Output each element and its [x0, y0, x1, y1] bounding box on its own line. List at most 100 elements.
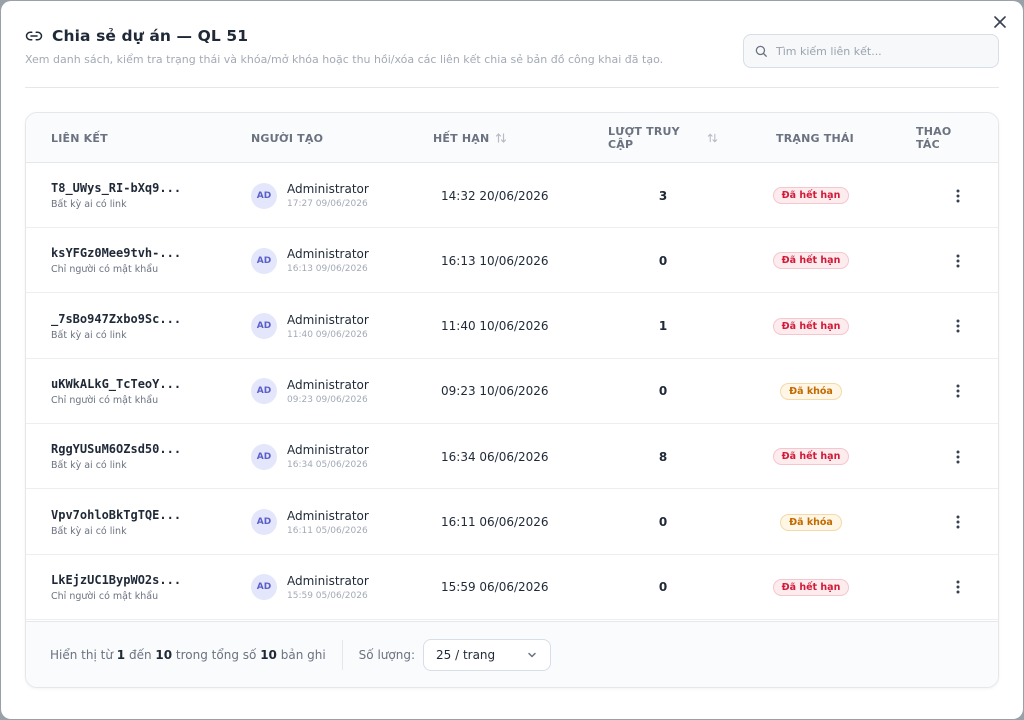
actions-cell: [946, 490, 970, 555]
col-header-creator: NGƯỜI TẠO: [251, 131, 324, 145]
avatar: AD: [251, 378, 277, 405]
link-access-type: Bất kỳ ai có link: [51, 329, 127, 341]
hits-cell: 0: [608, 359, 718, 424]
share-links-modal: Chia sẻ dự án — QL 51 Xem danh sách, kiể…: [1, 1, 1023, 719]
link-cell[interactable]: uKWkALkG_TcTeoY... Chỉ người có mật khẩu: [51, 359, 181, 424]
col-header-actions: THAO TÁC: [916, 125, 952, 151]
sort-icon[interactable]: [707, 132, 718, 144]
link-cell[interactable]: _7sBo947Zxbo9Sc... Bất kỳ ai có link: [51, 294, 181, 359]
actions-cell: [946, 228, 970, 293]
link-cell[interactable]: ksYFGz0Mee9tvh-... Chỉ người có mật khẩu: [51, 228, 181, 293]
page-size-select[interactable]: 25 / trang: [423, 638, 551, 671]
link-code[interactable]: _7sBo947Zxbo9Sc...: [51, 312, 181, 326]
row-actions-button[interactable]: [948, 577, 968, 597]
table-row: uKWkALkG_TcTeoY... Chỉ người có mật khẩu A…: [26, 359, 998, 424]
status-badge: Đã hết hạn: [772, 448, 850, 466]
avatar: AD: [251, 509, 277, 535]
link-access-type: Bất kỳ ai có link: [51, 525, 127, 537]
link-code[interactable]: T8_UWys_RI-bXq9...: [51, 181, 181, 195]
status-cell: Đã khóa: [746, 490, 876, 555]
expires-time: 16:11 06/06/2026: [441, 515, 549, 529]
more-vertical-icon: [956, 189, 960, 202]
search-input[interactable]: [776, 44, 986, 58]
hits-count: 1: [658, 319, 668, 334]
link-code[interactable]: RggYUSuM6OZsd50...: [51, 442, 181, 456]
creator-name: Administrator: [287, 377, 369, 392]
row-actions-button[interactable]: [948, 381, 968, 401]
chevron-down-icon: [528, 652, 536, 657]
search-box[interactable]: [743, 34, 999, 68]
link-cell[interactable]: Vpv7ohloBkTgTQE... Bất kỳ ai có link: [51, 490, 181, 555]
avatar: AD: [251, 182, 277, 209]
creator-name: Administrator: [287, 573, 369, 588]
link-code[interactable]: Vpv7ohloBkTgTQE...: [51, 508, 181, 522]
expires-cell: 16:13 10/06/2026: [441, 228, 549, 293]
actions-cell: [946, 555, 970, 620]
creator-name: Administrator: [287, 443, 369, 458]
link-code[interactable]: uKWkALkG_TcTeoY...: [51, 377, 181, 391]
row-actions-button[interactable]: [948, 447, 968, 467]
hits-cell: 1: [608, 294, 718, 359]
status-badge: Đã khóa: [780, 382, 842, 400]
creator-cell: AD Administrator 17:27 09/06/2026: [251, 163, 369, 228]
link-cell[interactable]: RggYUSuM6OZsd50... Bất kỳ ai có link: [51, 424, 181, 489]
more-vertical-icon: [956, 254, 960, 268]
expires-time: 09:23 10/06/2026: [441, 384, 549, 399]
table-header: LIÊN KẾT NGƯỜI TẠO HẾT HẠN LƯỢT TRUY CẬP…: [26, 113, 998, 163]
creator-cell: AD Administrator 16:13 09/06/2026: [251, 228, 369, 293]
hits-count: 8: [658, 449, 668, 464]
row-actions-button[interactable]: [948, 251, 968, 271]
creator-name: Administrator: [287, 312, 369, 327]
created-time: 11:40 09/06/2026: [287, 329, 368, 340]
link-access-type: Bất kỳ ai có link: [51, 199, 127, 210]
links-table: LIÊN KẾT NGƯỜI TẠO HẾT HẠN LƯỢT TRUY CẬP…: [25, 112, 999, 688]
creator-name: Administrator: [287, 508, 369, 523]
actions-cell: [946, 424, 970, 489]
avatar: AD: [251, 247, 277, 274]
table-row: _7sBo947Zxbo9Sc... Bất kỳ ai có link AD Adm…: [26, 294, 998, 359]
row-actions-button[interactable]: [948, 512, 968, 532]
link-cell[interactable]: T8_UWys_RI-bXq9... Bất kỳ ai có link: [51, 163, 181, 228]
sort-icon[interactable]: [495, 132, 507, 144]
link-code[interactable]: LkEjzUC1BypWO2s...: [51, 573, 181, 587]
footer-divider: [341, 639, 343, 670]
avatar: AD: [251, 443, 277, 470]
created-time: 16:11 05/06/2026: [287, 525, 368, 536]
link-cell[interactable]: LkEjzUC1BypWO2s... Chỉ người có mật khẩu: [51, 555, 181, 620]
col-header-hits[interactable]: LƯỢT TRUY CẬP: [608, 113, 718, 163]
status-cell: Đã hết hạn: [746, 163, 876, 228]
link-code[interactable]: ksYFGz0Mee9tvh-...: [51, 246, 181, 260]
table-row: T8_UWys_RI-bXq9... Bất kỳ ai có link AD Adm…: [26, 163, 998, 228]
hits-count: 0: [658, 515, 668, 529]
hits-cell: 0: [608, 490, 718, 555]
expires-cell: 09:23 10/06/2026: [441, 359, 549, 424]
avatar: AD: [251, 574, 277, 601]
expires-cell: 14:32 20/06/2026: [441, 163, 549, 228]
more-vertical-icon: [956, 319, 960, 333]
actions-cell: [946, 294, 970, 359]
link-access-type: Chỉ người có mật khẩu: [51, 590, 159, 602]
avatar: AD: [251, 313, 277, 340]
creator-name: Administrator: [287, 247, 369, 262]
created-time: 15:59 05/06/2026: [287, 590, 368, 601]
row-actions-button[interactable]: [948, 316, 968, 336]
hits-count: 0: [658, 580, 668, 595]
search-icon: [755, 45, 767, 57]
page-size-value: 25 / trang: [436, 647, 496, 662]
status-cell: Đã khóa: [746, 359, 876, 424]
col-header-link: LIÊN KẾT: [51, 131, 108, 145]
link-icon: [25, 31, 43, 41]
status-cell: Đã hết hạn: [746, 424, 876, 489]
hits-cell: 0: [608, 555, 718, 620]
hits-count: 0: [658, 384, 668, 399]
expires-time: 15:59 06/06/2026: [441, 580, 549, 595]
hits-cell: 0: [608, 228, 718, 293]
col-header-expires[interactable]: HẾT HẠN: [433, 113, 507, 163]
created-time: 17:27 09/06/2026: [287, 199, 368, 209]
created-time: 16:34 05/06/2026: [287, 460, 368, 471]
table-row: LkEjzUC1BypWO2s... Chỉ người có mật khẩu A…: [26, 555, 998, 620]
link-access-type: Chỉ người có mật khẩu: [51, 394, 159, 406]
actions-cell: [946, 359, 970, 424]
row-actions-button[interactable]: [948, 186, 968, 206]
created-time: 09:23 09/06/2026: [287, 394, 368, 405]
